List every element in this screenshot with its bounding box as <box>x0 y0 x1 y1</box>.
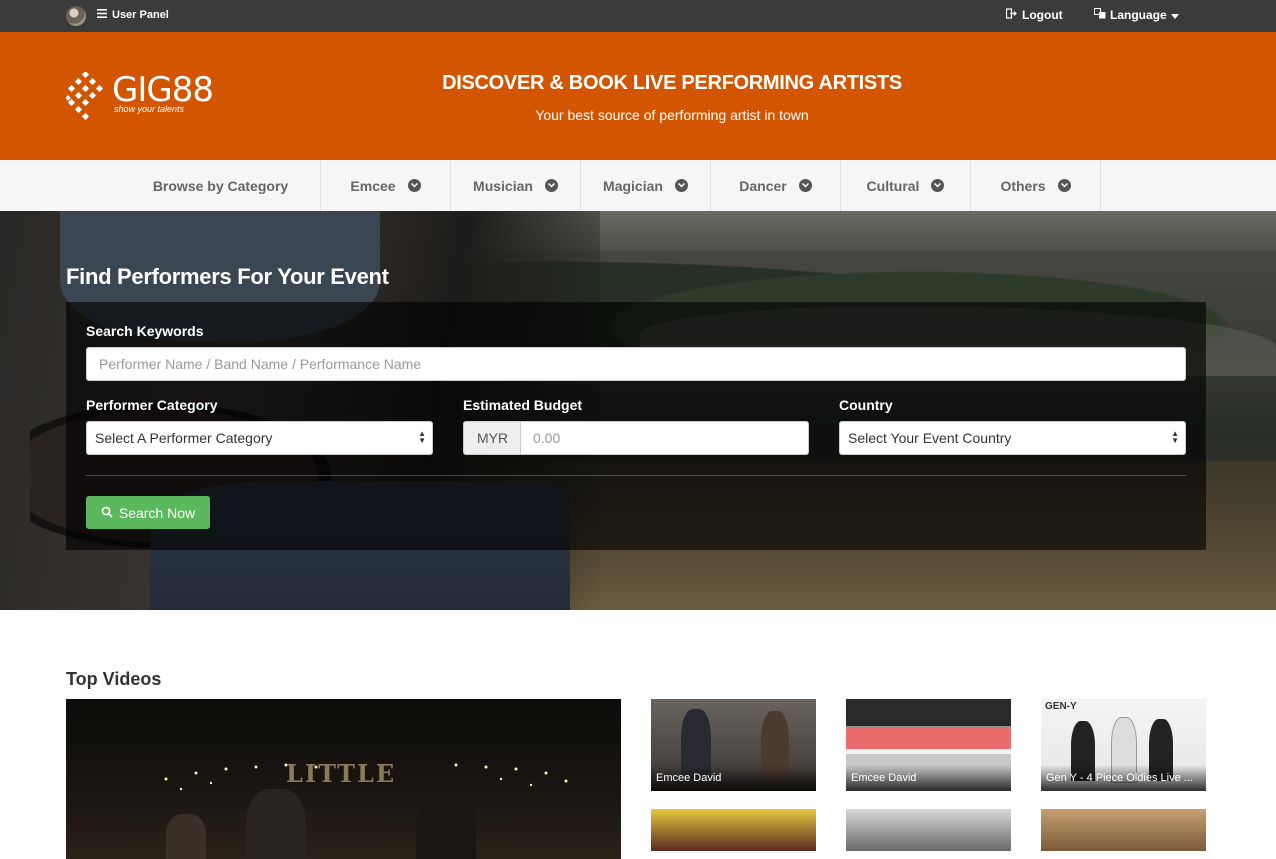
language-icon <box>1094 8 1106 22</box>
search-title: Find Performers For Your Event <box>66 264 389 289</box>
country-select[interactable]: Select Your Event Country ▲ ▼ <box>839 421 1186 455</box>
top-bar: User Panel Logout Language <box>0 0 1276 32</box>
video-thumb-emcee-david-1[interactable]: Emcee David <box>651 699 816 791</box>
thumb-stage-banner <box>846 727 1011 749</box>
avatar[interactable] <box>66 6 86 26</box>
video-caption: Emcee David <box>651 765 816 791</box>
thumb-brand-text: GEN-Y <box>1045 701 1077 712</box>
currency-label: MYR <box>476 430 509 446</box>
hero-banner: Find Performers For Your Event Search Ke… <box>0 211 1276 610</box>
video-thumb-4[interactable] <box>651 809 816 851</box>
nav-item-others[interactable]: Others <box>971 160 1101 211</box>
nav-item-magician[interactable]: Magician <box>581 160 711 211</box>
nav-item-cultural[interactable]: Cultural <box>841 160 971 211</box>
logout-button[interactable]: Logout <box>1005 8 1063 22</box>
nav-label: Dancer <box>739 177 787 194</box>
nav-browse-by-category[interactable]: Browse by Category <box>121 160 321 211</box>
nav-label: Browse by Category <box>152 177 289 194</box>
language-dropdown[interactable]: Language <box>1094 8 1179 22</box>
chevron-down-icon <box>544 179 558 192</box>
nav-label: Musician <box>473 177 533 194</box>
page-title: DISCOVER & BOOK LIVE PERFORMING ARTISTS <box>442 72 902 94</box>
chevron-down-icon <box>931 179 945 192</box>
language-label: Language <box>1110 8 1167 22</box>
chevron-down-icon <box>674 179 688 192</box>
nav-label: Magician <box>603 177 663 194</box>
chevron-down-icon <box>1057 179 1071 192</box>
chevron-down-icon <box>798 179 812 192</box>
video-thumb-emcee-david-2[interactable]: Emcee David <box>846 699 1011 791</box>
country-select-value: Select Your Event Country <box>848 430 1012 446</box>
nav-label: Cultural <box>866 177 920 194</box>
search-icon <box>101 505 113 521</box>
video-sign-text: LITTLE <box>286 759 397 788</box>
logout-icon <box>1005 8 1017 22</box>
user-panel-label: User Panel <box>112 9 169 21</box>
keywords-label: Search Keywords <box>86 323 204 339</box>
top-videos-heading: Top Videos <box>66 669 162 689</box>
drummer-figure <box>166 814 206 859</box>
category-nav: Browse by Category Emcee Musician Magici… <box>0 160 1276 212</box>
caret-down-icon <box>1170 8 1179 22</box>
page-subtitle: Your best source of performing artist in… <box>535 107 809 123</box>
keywords-input[interactable]: Performer Name / Band Name / Performance… <box>86 347 1186 381</box>
video-thumb-gen-y[interactable]: GEN-Y Gen Y - 4 Piece Oldies Live ... <box>1041 699 1206 791</box>
nav-item-emcee[interactable]: Emcee <box>321 160 451 211</box>
category-select-value: Select A Performer Category <box>95 430 273 446</box>
search-now-button[interactable]: Search Now <box>86 496 210 529</box>
search-panel: Search Keywords Performer Name / Band Na… <box>66 302 1206 550</box>
budget-label: Estimated Budget <box>463 397 583 413</box>
guitarist-figure <box>416 794 476 859</box>
category-select[interactable]: Select A Performer Category ▲ ▼ <box>86 421 433 455</box>
search-button-label: Search Now <box>118 504 196 521</box>
country-label: Country <box>839 397 893 413</box>
nav-label: Others <box>1000 177 1046 194</box>
video-thumb-5[interactable] <box>846 809 1011 851</box>
chevron-down-icon <box>407 179 421 192</box>
video-caption: Gen Y - 4 Piece Oldies Live ... <box>1041 765 1206 791</box>
nav-item-musician[interactable]: Musician <box>451 160 581 211</box>
video-thumb-6[interactable] <box>1041 809 1206 851</box>
select-arrows-icon: ▲ ▼ <box>418 429 426 445</box>
video-caption: Emcee David <box>846 765 1011 791</box>
user-panel-button[interactable]: User Panel <box>97 9 169 21</box>
nav-item-dancer[interactable]: Dancer <box>711 160 841 211</box>
category-label: Performer Category <box>86 397 218 413</box>
singer-figure <box>246 789 306 859</box>
menu-icon <box>97 9 107 21</box>
site-header: GIG88 show your talents DISCOVER & BOOK … <box>0 32 1276 160</box>
budget-placeholder: 0.00 <box>533 430 561 446</box>
keywords-placeholder: Performer Name / Band Name / Performance… <box>99 356 422 372</box>
budget-input[interactable]: 0.00 <box>520 421 809 455</box>
currency-addon: MYR <box>463 421 521 455</box>
panel-divider <box>86 475 1186 476</box>
logout-label: Logout <box>1022 8 1063 22</box>
select-arrows-icon: ▲ ▼ <box>1171 429 1179 445</box>
nav-label: Emcee <box>350 177 396 194</box>
featured-video[interactable]: LITTLE <box>66 699 621 859</box>
